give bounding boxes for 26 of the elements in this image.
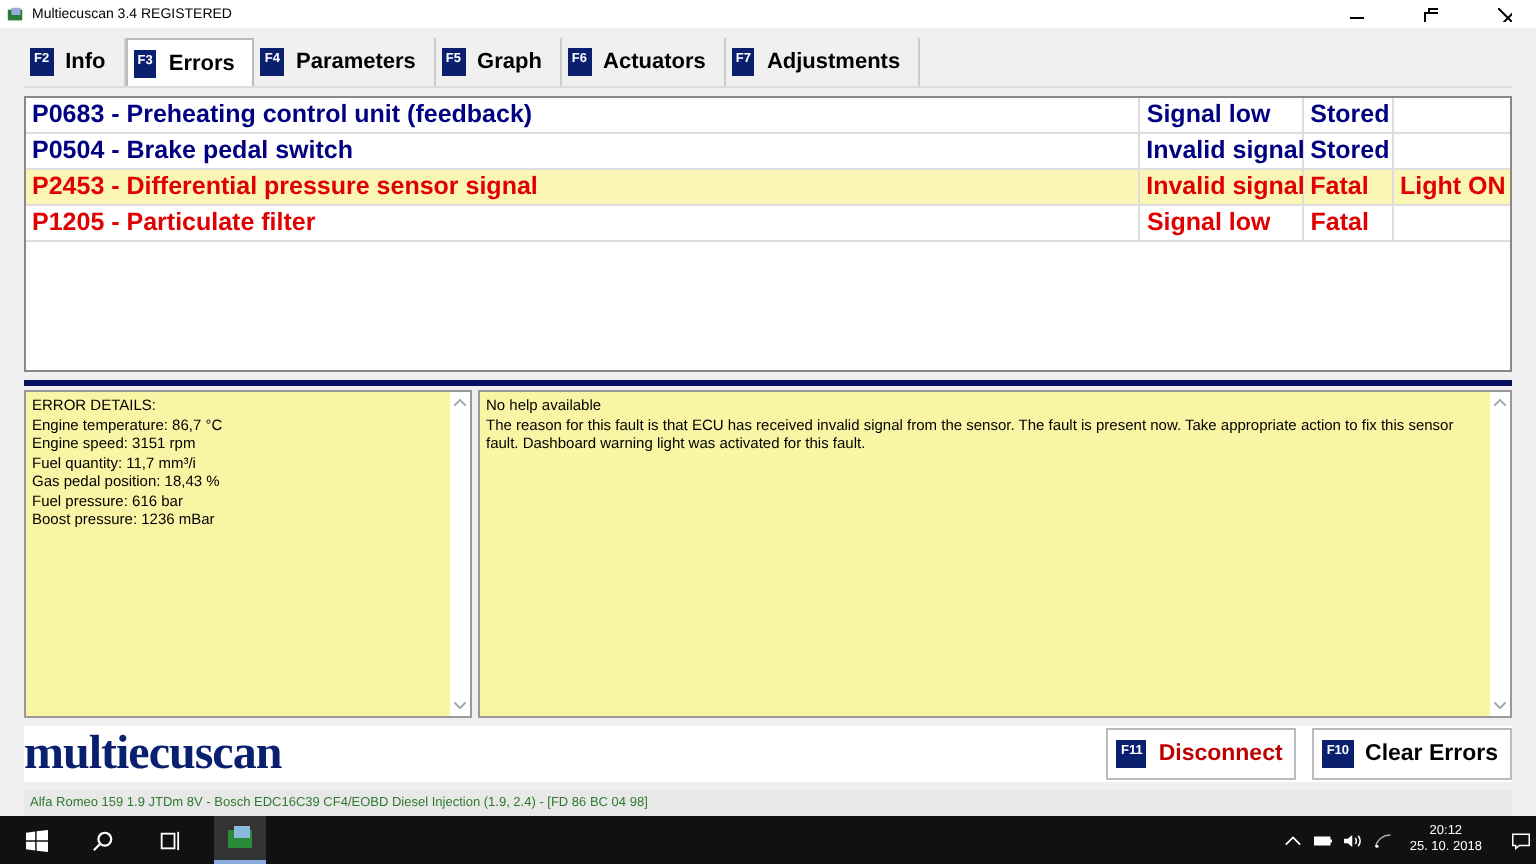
- table-cell[interactable]: Signal low: [1140, 206, 1305, 240]
- table-cell[interactable]: P2453 - Differential pressure sensor signal: [26, 170, 1141, 204]
- table-cell[interactable]: Light ON: [1394, 170, 1510, 204]
- wifi-icon[interactable]: [1373, 831, 1392, 849]
- table-cell[interactable]: Fatal: [1304, 206, 1395, 240]
- table-cell[interactable]: P0683 - Preheating control unit (feedback): [26, 98, 1141, 132]
- table-cell[interactable]: P0504 - Brake pedal switch: [26, 134, 1141, 168]
- table-cell[interactable]: Invalid signal: [1140, 134, 1305, 168]
- windows-icon[interactable]: [26, 829, 48, 851]
- close-icon[interactable]: [1498, 7, 1512, 21]
- restore-icon[interactable]: [1424, 7, 1438, 21]
- notification-icon[interactable]: [1512, 831, 1530, 849]
- search-icon[interactable]: [92, 829, 114, 851]
- app-icon[interactable]: [226, 824, 254, 852]
- speaker-icon[interactable]: [1343, 831, 1362, 849]
- table-cell[interactable]: Signal low: [1140, 98, 1305, 132]
- table-cell[interactable]: Stored: [1304, 98, 1395, 132]
- battery-icon[interactable]: [1313, 831, 1332, 849]
- table-cell[interactable]: Fatal: [1304, 170, 1394, 204]
- chevron-up-icon[interactable]: [1283, 831, 1302, 849]
- table-cell[interactable]: P1205 - Particulate filter: [26, 206, 1141, 240]
- task-view-icon[interactable]: [158, 829, 180, 851]
- app-icon: [6, 5, 24, 23]
- table-cell[interactable]: Invalid signal: [1140, 170, 1305, 204]
- table-cell[interactable]: Stored: [1304, 134, 1395, 168]
- logo: multiecuscan: [24, 727, 282, 781]
